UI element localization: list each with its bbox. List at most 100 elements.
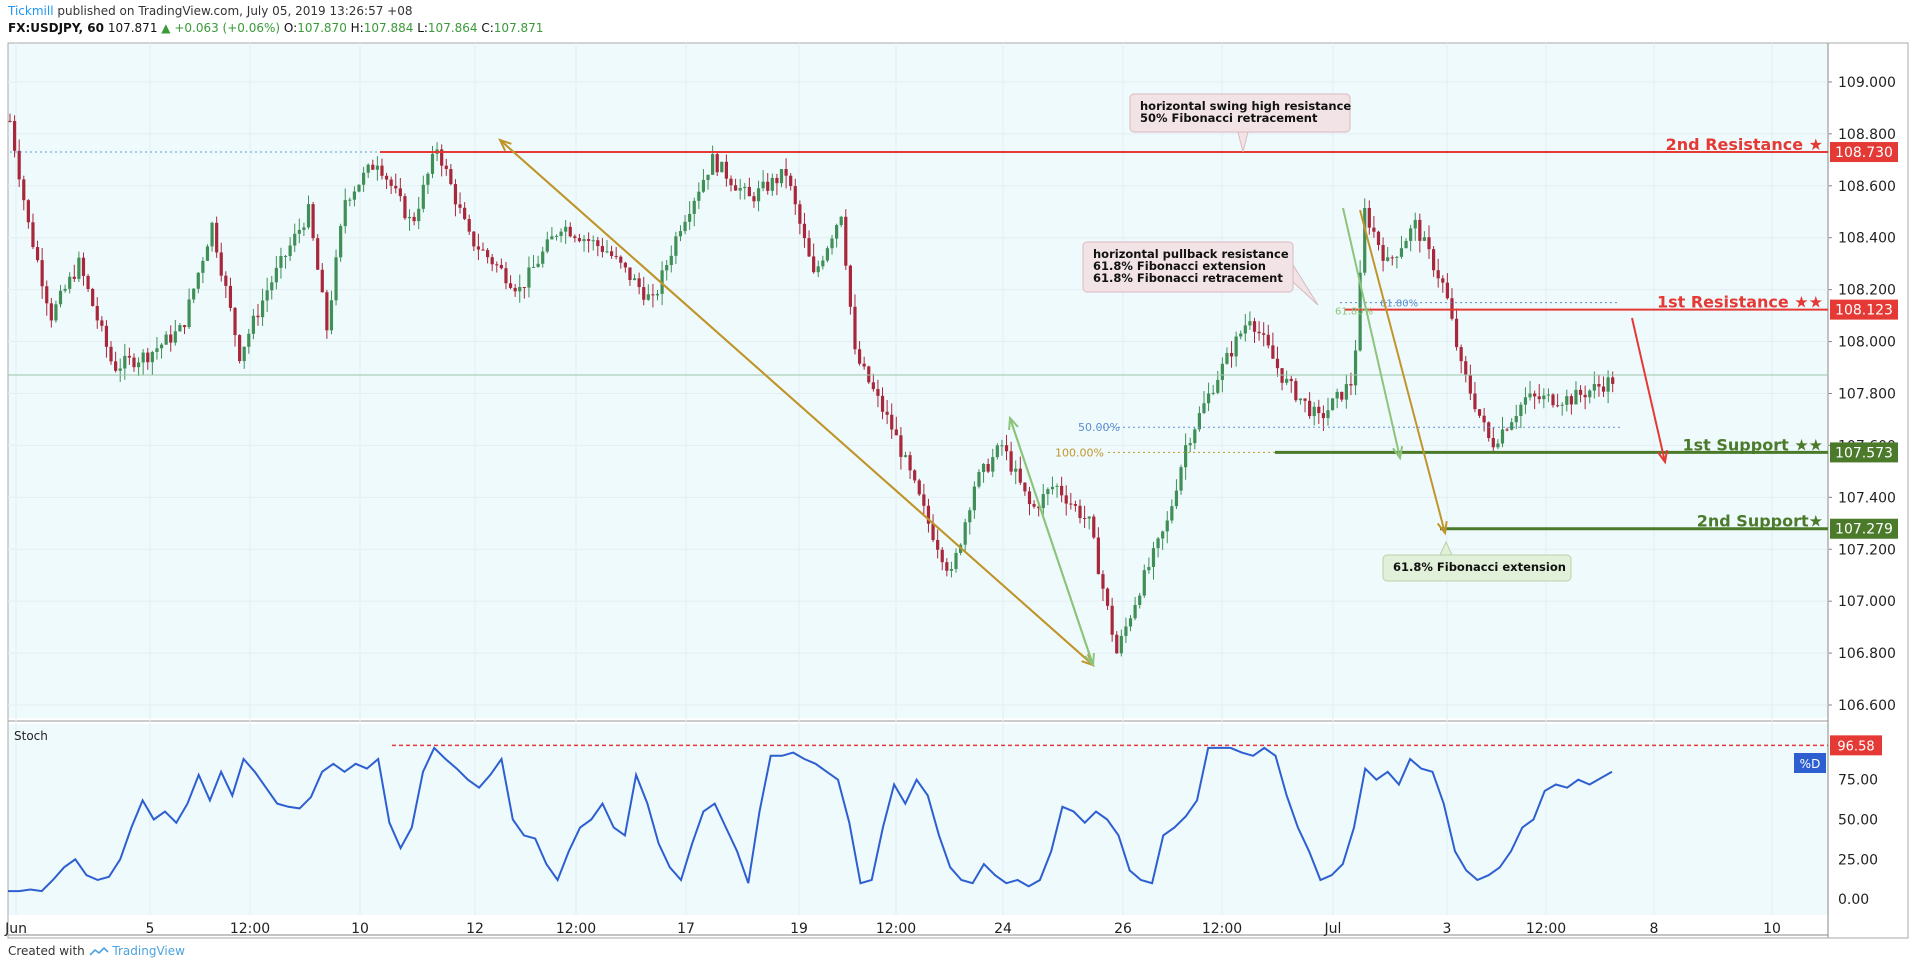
- candle-body: [890, 414, 894, 430]
- candle-body: [1436, 270, 1440, 279]
- candle-body: [141, 352, 145, 363]
- candle-body: [981, 464, 986, 473]
- candle-body: [954, 552, 958, 569]
- candle-body: [596, 240, 600, 247]
- annotation-text: 61.8% Fibonacci retracement: [1093, 271, 1283, 285]
- candle-body: [674, 236, 678, 256]
- candle-body: [1110, 605, 1114, 635]
- candle-body: [366, 164, 370, 173]
- candle-body: [756, 188, 761, 202]
- price-tick-label: 108.600: [1838, 179, 1896, 195]
- candle-body: [458, 204, 462, 208]
- price-tick-label: 108.400: [1838, 231, 1896, 247]
- candle-body: [1353, 350, 1358, 386]
- candle-body: [12, 121, 17, 151]
- candle-body: [770, 177, 774, 191]
- candle-body: [1101, 574, 1105, 589]
- time-tick-label: 12:00: [1526, 921, 1566, 937]
- candle-body: [862, 363, 866, 367]
- candle-body: [1523, 397, 1528, 405]
- candle-body: [164, 334, 168, 345]
- candle-body: [821, 260, 825, 267]
- candle-body: [371, 164, 375, 170]
- candle-body: [830, 238, 834, 249]
- price-tick-label: 109.000: [1838, 75, 1896, 91]
- candle-body: [1064, 495, 1068, 504]
- candle-body: [1165, 520, 1169, 532]
- candle-body: [1046, 489, 1050, 495]
- candle-body: [35, 247, 40, 261]
- candle-body: [219, 252, 223, 276]
- candle-body: [1009, 451, 1013, 472]
- candle-body: [991, 457, 995, 472]
- candle-body: [247, 333, 251, 347]
- candle-body: [1583, 394, 1587, 398]
- candle-body: [655, 293, 660, 296]
- stoch-pane-bg: [8, 724, 1828, 915]
- candle-body: [86, 275, 90, 289]
- candle-body: [867, 366, 871, 383]
- tradingview-link[interactable]: TradingView: [112, 944, 185, 958]
- candle-body: [1216, 379, 1220, 393]
- candle-body: [642, 287, 646, 300]
- candle-body: [1537, 396, 1541, 400]
- candle-body: [1170, 506, 1174, 521]
- candle-body: [802, 223, 807, 239]
- candle-body: [1427, 237, 1431, 250]
- candle-body: [793, 186, 797, 205]
- candle-body: [1574, 389, 1578, 405]
- level-label: 1st Support ★★: [1683, 435, 1823, 454]
- candle-body: [150, 351, 154, 363]
- candle-body: [789, 175, 793, 187]
- candle-body: [600, 246, 605, 252]
- candle-body: [931, 523, 935, 540]
- candle-body: [550, 236, 554, 240]
- candle-body: [1432, 249, 1436, 271]
- candle-body: [426, 173, 430, 185]
- candle-body: [1211, 392, 1215, 394]
- candle-body: [1239, 333, 1243, 337]
- chart-canvas[interactable]: 109.000 108.800 108.600 108.400 108.200 108.0…: [0, 0, 1910, 944]
- candle-body: [352, 191, 357, 200]
- candle-body: [40, 260, 44, 287]
- candle-body: [1151, 548, 1156, 567]
- time-tick-label: 12:00: [876, 921, 916, 937]
- candle-body: [1027, 491, 1032, 505]
- candle-body: [825, 248, 830, 261]
- candle-body: [136, 362, 141, 368]
- candle-body: [1330, 398, 1335, 411]
- candle-body: [1128, 618, 1133, 627]
- candle-body: [1234, 336, 1238, 357]
- candle-body: [835, 225, 839, 239]
- candle-body: [1225, 352, 1229, 364]
- candle-body: [711, 154, 715, 175]
- candle-body: [1560, 404, 1564, 406]
- candle-body: [701, 179, 706, 192]
- candle-body: [1367, 207, 1371, 228]
- candle-body: [678, 231, 683, 237]
- candle-body: [343, 200, 347, 227]
- time-tick-label: 19: [790, 921, 808, 937]
- candle-body: [853, 306, 857, 350]
- candle-body: [114, 361, 118, 371]
- candle-body: [1344, 384, 1348, 400]
- candle-body: [945, 562, 949, 571]
- candle-body: [1482, 415, 1486, 423]
- candle-body: [1326, 410, 1330, 419]
- candle-body: [325, 292, 329, 331]
- candle-body: [210, 222, 214, 247]
- candle-body: [646, 294, 650, 300]
- candle-body: [1032, 504, 1036, 507]
- candle-body: [513, 287, 517, 292]
- candle-body: [320, 269, 324, 293]
- candle-body: [224, 275, 228, 286]
- candle-body: [1477, 409, 1482, 416]
- time-tick-label: Jul: [1324, 921, 1342, 937]
- candle-body: [449, 169, 453, 185]
- candle-body: [495, 264, 499, 266]
- candle-body: [270, 282, 274, 291]
- candle-body: [669, 255, 673, 266]
- candle-body: [394, 185, 398, 189]
- candle-body: [949, 568, 954, 571]
- candle-body: [522, 286, 526, 288]
